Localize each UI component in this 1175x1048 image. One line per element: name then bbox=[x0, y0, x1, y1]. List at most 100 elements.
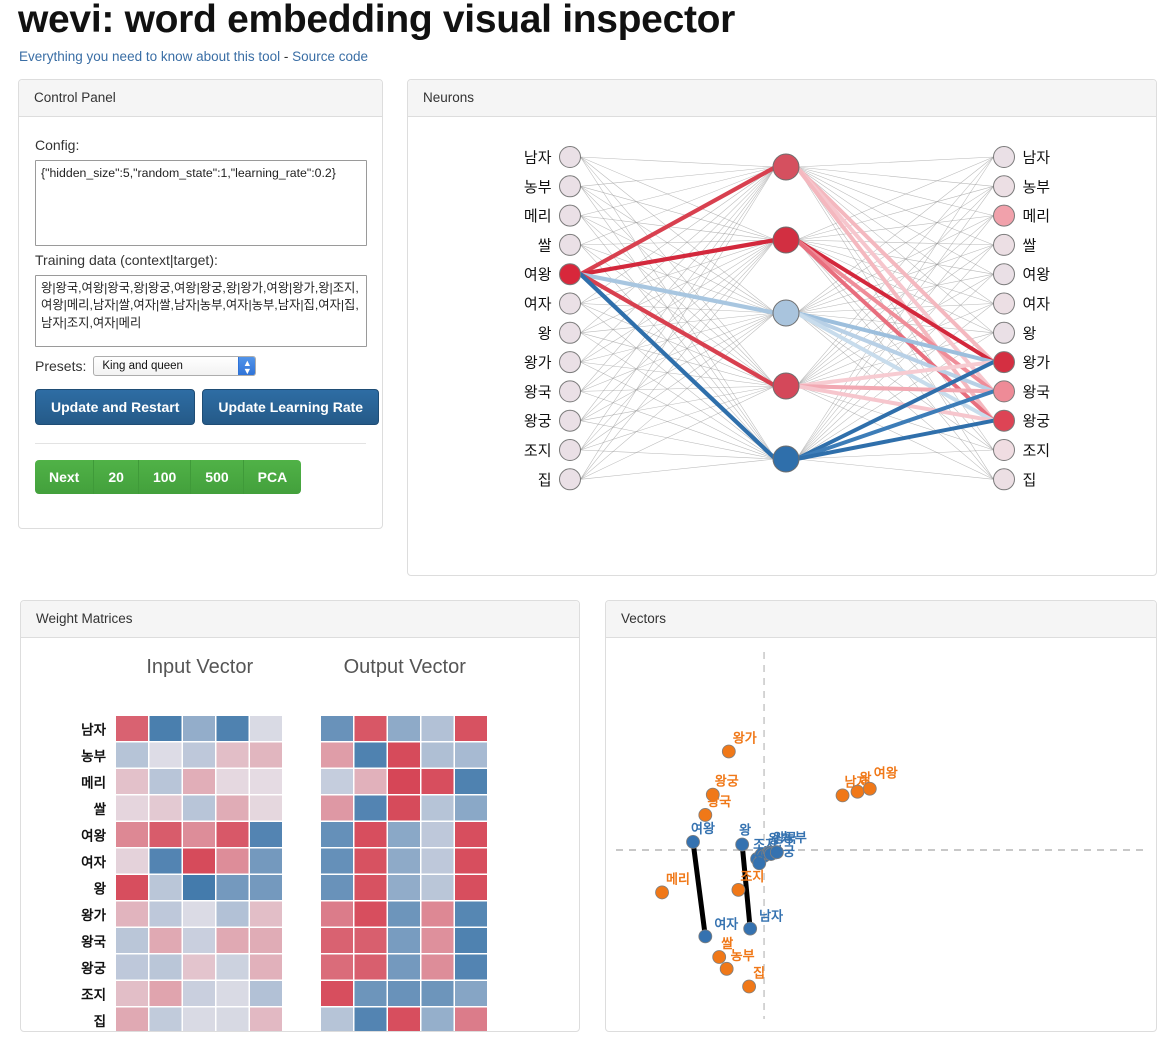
matrix-cell[interactable] bbox=[388, 981, 420, 1006]
training-data-input[interactable]: 왕|왕국,여왕|왕국,왕|왕궁,여왕|왕궁,왕|왕가,여왕|왕가,왕|조지,여왕… bbox=[35, 275, 367, 347]
matrix-cell[interactable] bbox=[116, 928, 148, 953]
matrix-cell[interactable] bbox=[183, 981, 215, 1006]
matrix-cell[interactable] bbox=[250, 901, 282, 927]
matrix-cell[interactable] bbox=[149, 928, 182, 953]
matrix-cell[interactable] bbox=[388, 848, 420, 874]
matrix-cell[interactable] bbox=[388, 822, 420, 847]
matrix-cell[interactable] bbox=[321, 716, 353, 741]
matrix-cell[interactable] bbox=[149, 716, 182, 741]
output-neuron[interactable] bbox=[993, 321, 1015, 344]
matrix-cell[interactable] bbox=[321, 954, 353, 980]
matrix-cell[interactable] bbox=[421, 901, 454, 927]
matrix-cell[interactable] bbox=[321, 981, 353, 1006]
matrix-cell[interactable] bbox=[388, 769, 420, 794]
input-neuron[interactable] bbox=[559, 321, 581, 344]
matrix-cell[interactable] bbox=[421, 928, 454, 953]
matrix-cell[interactable] bbox=[321, 769, 353, 794]
matrix-cell[interactable] bbox=[421, 716, 454, 741]
step-button-20[interactable]: 20 bbox=[94, 460, 139, 494]
matrix-cell[interactable] bbox=[149, 901, 182, 927]
matrix-cell[interactable] bbox=[421, 742, 454, 768]
matrix-cell[interactable] bbox=[354, 795, 387, 821]
matrix-cell[interactable] bbox=[250, 981, 282, 1006]
output-vector-point[interactable] bbox=[742, 979, 757, 994]
matrix-cell[interactable] bbox=[183, 875, 215, 900]
matrix-cell[interactable] bbox=[149, 848, 182, 874]
matrix-cell[interactable] bbox=[116, 795, 148, 821]
input-neuron[interactable] bbox=[559, 146, 581, 168]
matrix-cell[interactable] bbox=[321, 901, 353, 927]
input-neuron[interactable] bbox=[559, 468, 581, 491]
input-neuron[interactable] bbox=[559, 263, 581, 286]
matrix-cell[interactable] bbox=[183, 954, 215, 980]
matrix-cell[interactable] bbox=[216, 928, 249, 953]
matrix-cell[interactable] bbox=[354, 848, 387, 874]
matrix-cell[interactable] bbox=[250, 716, 282, 741]
matrix-cell[interactable] bbox=[455, 901, 487, 927]
matrix-cell[interactable] bbox=[321, 742, 353, 768]
output-vector-point[interactable] bbox=[731, 882, 746, 897]
output-vector-point[interactable] bbox=[721, 744, 736, 759]
matrix-cell[interactable] bbox=[421, 954, 454, 980]
output-neuron[interactable] bbox=[993, 292, 1015, 315]
output-neuron[interactable] bbox=[993, 175, 1015, 198]
output-neuron[interactable] bbox=[993, 409, 1015, 432]
matrix-cell[interactable] bbox=[354, 822, 387, 847]
step-button-100[interactable]: 100 bbox=[138, 460, 192, 494]
input-neuron[interactable] bbox=[559, 409, 581, 432]
matrix-cell[interactable] bbox=[216, 795, 249, 821]
matrix-cell[interactable] bbox=[421, 875, 454, 900]
input-neuron[interactable] bbox=[559, 351, 581, 374]
input-vector-point[interactable] bbox=[735, 837, 750, 852]
hidden-neuron[interactable] bbox=[772, 153, 800, 181]
matrix-cell[interactable] bbox=[421, 981, 454, 1006]
matrix-cell[interactable] bbox=[183, 928, 215, 953]
matrix-cell[interactable] bbox=[321, 795, 353, 821]
output-neuron[interactable] bbox=[993, 233, 1015, 256]
matrix-cell[interactable] bbox=[116, 1007, 148, 1033]
matrix-cell[interactable] bbox=[116, 875, 148, 900]
matrix-cell[interactable] bbox=[421, 795, 454, 821]
input-vector-point[interactable] bbox=[686, 834, 700, 849]
matrix-cell[interactable] bbox=[321, 928, 353, 953]
hidden-neuron[interactable] bbox=[772, 445, 800, 473]
output-neuron[interactable] bbox=[993, 351, 1015, 374]
matrix-cell[interactable] bbox=[183, 742, 215, 768]
input-neuron[interactable] bbox=[559, 204, 581, 227]
matrix-cell[interactable] bbox=[250, 928, 282, 953]
matrix-cell[interactable] bbox=[183, 901, 215, 927]
matrix-cell[interactable] bbox=[455, 954, 487, 980]
output-neuron[interactable] bbox=[993, 263, 1015, 286]
output-vector-point[interactable] bbox=[719, 961, 734, 976]
matrix-cell[interactable] bbox=[149, 742, 182, 768]
matrix-cell[interactable] bbox=[455, 822, 487, 847]
matrix-cell[interactable] bbox=[354, 981, 387, 1006]
input-neuron[interactable] bbox=[559, 233, 581, 256]
matrix-cell[interactable] bbox=[116, 742, 148, 768]
matrix-cell[interactable] bbox=[388, 954, 420, 980]
matrix-cell[interactable] bbox=[388, 928, 420, 953]
neural-network-diagram[interactable]: 남자농부메리쌀여왕여자왕왕가왕국왕궁조지집 남자농부메리쌀여왕여자왕왕가왕국왕궁조… bbox=[408, 117, 1156, 575]
matrix-cell[interactable] bbox=[388, 1007, 420, 1033]
step-button-pca[interactable]: PCA bbox=[243, 460, 302, 494]
matrix-cell[interactable] bbox=[149, 954, 182, 980]
input-vector-point[interactable] bbox=[698, 929, 713, 944]
output-vector-point[interactable] bbox=[835, 788, 850, 803]
input-neuron[interactable] bbox=[559, 175, 581, 198]
matrix-cell[interactable] bbox=[216, 848, 249, 874]
input-neuron[interactable] bbox=[559, 292, 581, 315]
config-input[interactable]: {"hidden_size":5,"random_state":1,"learn… bbox=[35, 160, 367, 246]
matrix-cell[interactable] bbox=[183, 769, 215, 794]
matrix-cell[interactable] bbox=[216, 901, 249, 927]
matrix-cell[interactable] bbox=[421, 848, 454, 874]
matrix-cell[interactable] bbox=[183, 795, 215, 821]
matrix-cell[interactable] bbox=[455, 928, 487, 953]
matrix-cell[interactable] bbox=[321, 875, 353, 900]
matrix-cell[interactable] bbox=[354, 901, 387, 927]
matrix-cell[interactable] bbox=[455, 848, 487, 874]
matrix-cell[interactable] bbox=[116, 901, 148, 927]
matrix-cell[interactable] bbox=[354, 742, 387, 768]
matrix-cell[interactable] bbox=[250, 769, 282, 794]
matrix-cell[interactable] bbox=[388, 875, 420, 900]
matrix-cell[interactable] bbox=[116, 769, 148, 794]
